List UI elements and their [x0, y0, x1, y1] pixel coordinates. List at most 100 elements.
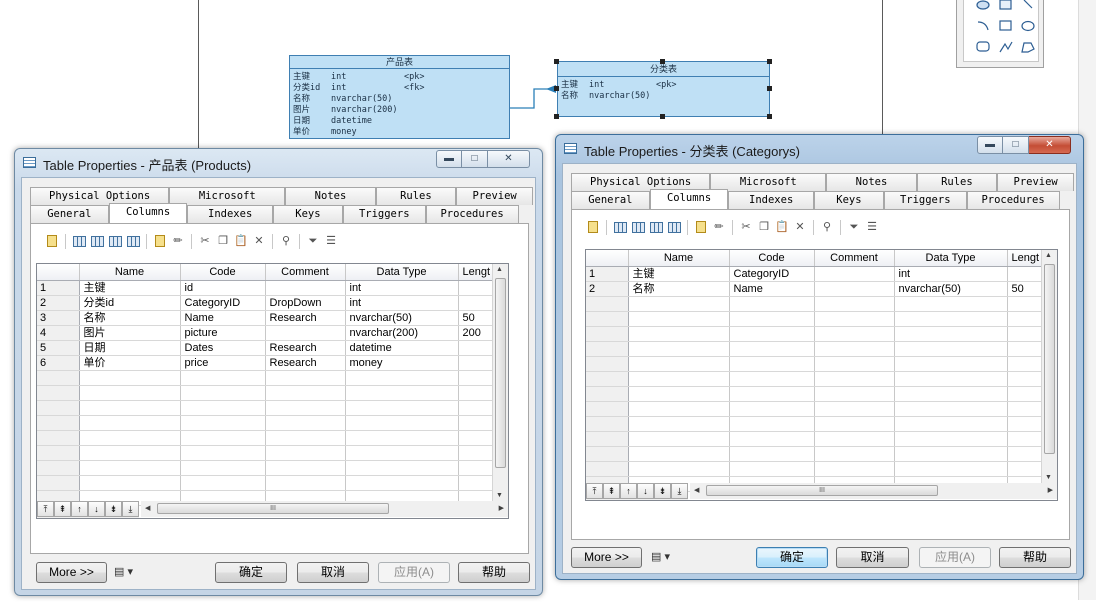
cell-type[interactable]: [894, 416, 1008, 432]
cell-comment[interactable]: [814, 431, 895, 447]
tab-general[interactable]: General: [571, 191, 650, 209]
cell-code[interactable]: [180, 400, 266, 416]
cell-comment[interactable]: [814, 386, 895, 402]
cell-comment[interactable]: [814, 296, 895, 312]
ok-button[interactable]: 确定: [756, 547, 828, 568]
find-icon[interactable]: ⚲: [818, 219, 836, 235]
cell-type[interactable]: [345, 370, 459, 386]
row-number[interactable]: 2: [586, 281, 629, 297]
add-row-icon[interactable]: [88, 233, 106, 249]
cell-comment[interactable]: [265, 400, 346, 416]
cell-code[interactable]: picture: [180, 325, 266, 341]
cell-type[interactable]: int: [345, 295, 459, 311]
print-menu-button[interactable]: ▤ ▾: [114, 562, 148, 582]
cell-name[interactable]: [79, 445, 181, 461]
move-page-down-icon[interactable]: ⇟: [654, 483, 671, 499]
move-down-icon[interactable]: ↓: [88, 501, 105, 517]
cell-code[interactable]: [729, 296, 815, 312]
cell-type[interactable]: [894, 446, 1008, 462]
cell-name[interactable]: 单价: [79, 355, 181, 371]
table-row[interactable]: [586, 461, 1048, 477]
row-number[interactable]: [37, 400, 80, 416]
table-row[interactable]: 3 名称 Name Research nvarchar(50) 50: [37, 310, 499, 326]
table-row[interactable]: [37, 445, 499, 461]
columns-grid[interactable]: Name Code Comment Data Type Lengt 1 主键 id int 2 分类…: [36, 263, 509, 519]
tab-triggers[interactable]: Triggers: [342, 205, 426, 223]
header-name[interactable]: Name: [79, 264, 181, 281]
cell-name[interactable]: [628, 356, 730, 372]
table-row[interactable]: 2 分类id CategoryID DropDown int: [37, 295, 499, 311]
cell-code[interactable]: [180, 430, 266, 446]
tab-columns[interactable]: Columns: [108, 203, 188, 223]
table-row[interactable]: [37, 460, 499, 476]
cell-comment[interactable]: [814, 356, 895, 372]
scroll-thumb[interactable]: III: [157, 503, 389, 514]
tab-keys[interactable]: Keys: [272, 205, 343, 223]
header-data-type[interactable]: Data Type: [894, 250, 1008, 267]
scroll-thumb[interactable]: [495, 278, 506, 468]
tab-notes[interactable]: Notes: [285, 187, 376, 205]
properties-icon[interactable]: [43, 233, 61, 249]
header-comment[interactable]: Comment: [265, 264, 346, 281]
tab-preview[interactable]: Preview: [997, 173, 1075, 191]
add-row-icon[interactable]: [629, 219, 647, 235]
cell-code[interactable]: [729, 356, 815, 372]
help-button[interactable]: 帮助: [458, 562, 530, 583]
cell-type[interactable]: [894, 461, 1008, 477]
table-row[interactable]: [586, 341, 1048, 357]
cell-name[interactable]: 主键: [628, 266, 730, 282]
cell-name[interactable]: [628, 341, 730, 357]
columns-table[interactable]: Name Code Comment Data Type Lengt 1 主键 Category…: [586, 250, 1048, 492]
cell-comment[interactable]: [814, 281, 895, 297]
maximize-button[interactable]: □: [462, 150, 488, 168]
cell-name[interactable]: [79, 400, 181, 416]
cell-comment[interactable]: [265, 280, 346, 296]
tab-triggers[interactable]: Triggers: [883, 191, 967, 209]
scroll-up-arrow[interactable]: ▲: [1045, 252, 1052, 259]
maximize-button[interactable]: □: [1003, 136, 1029, 154]
row-number[interactable]: [586, 356, 629, 372]
move-up-icon[interactable]: ↑: [620, 483, 637, 499]
cell-type[interactable]: [345, 460, 459, 476]
cell-comment[interactable]: DropDown: [265, 295, 346, 311]
cell-name[interactable]: 名称: [79, 310, 181, 326]
move-down-icon[interactable]: ↓: [637, 483, 654, 499]
row-number[interactable]: [586, 416, 629, 432]
scroll-left-arrow[interactable]: ◀: [145, 504, 150, 512]
row-number[interactable]: [586, 386, 629, 402]
tab-indexes[interactable]: Indexes: [187, 205, 273, 223]
find-icon[interactable]: ⚲: [277, 233, 295, 249]
tab-keys[interactable]: Keys: [813, 191, 884, 209]
row-number[interactable]: [586, 326, 629, 342]
header-name[interactable]: Name: [628, 250, 730, 267]
selection-handle[interactable]: [767, 59, 772, 64]
delete-icon[interactable]: ✕: [791, 219, 809, 235]
add-columns-icon[interactable]: [647, 219, 665, 235]
table-row[interactable]: 1 主键 CategoryID int: [586, 266, 1048, 282]
row-number[interactable]: [37, 415, 80, 431]
dialog-category-titlebar[interactable]: Table Properties - 分类表 (Categorys) ▬ □ ✕: [556, 135, 1083, 163]
close-button[interactable]: ✕: [1029, 136, 1071, 154]
table-row[interactable]: [586, 416, 1048, 432]
table-row[interactable]: [37, 370, 499, 386]
cell-name[interactable]: 名称: [628, 281, 730, 297]
cell-code[interactable]: [729, 311, 815, 327]
tab-indexes[interactable]: Indexes: [728, 191, 814, 209]
cell-name[interactable]: 分类id: [79, 295, 181, 311]
tab-notes[interactable]: Notes: [826, 173, 917, 191]
cell-type[interactable]: [345, 415, 459, 431]
cell-code[interactable]: [729, 386, 815, 402]
header-code[interactable]: Code: [729, 250, 815, 267]
cell-comment[interactable]: [814, 326, 895, 342]
columns-table[interactable]: Name Code Comment Data Type Lengt 1 主键 id int 2 分类…: [37, 264, 499, 506]
cell-type[interactable]: [894, 296, 1008, 312]
cell-code[interactable]: [729, 341, 815, 357]
table-row[interactable]: [37, 400, 499, 416]
cell-type[interactable]: money: [345, 355, 459, 371]
cell-name[interactable]: [79, 370, 181, 386]
header-data-type[interactable]: Data Type: [345, 264, 459, 281]
cell-code[interactable]: Dates: [180, 340, 266, 356]
entity-category[interactable]: 分类表 主键 int <pk> 名称 nvarchar(50): [557, 61, 770, 117]
cell-code[interactable]: [729, 431, 815, 447]
row-number[interactable]: [37, 370, 80, 386]
